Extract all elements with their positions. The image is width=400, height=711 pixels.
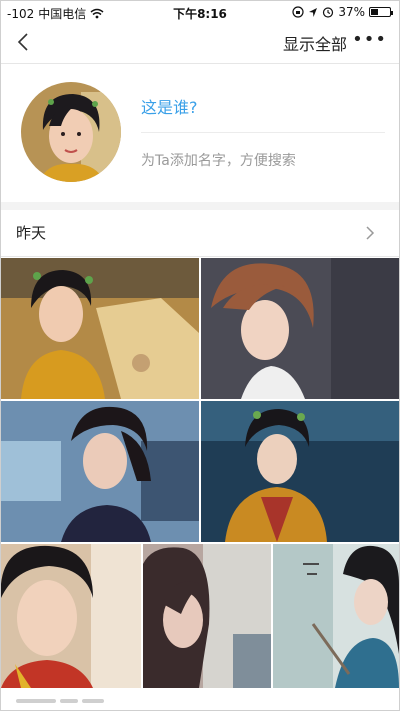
photo-thumbnail[interactable] bbox=[1, 544, 141, 688]
status-bar: -102 中国电信 下午8:16 37% bbox=[1, 1, 399, 23]
chevron-right-icon bbox=[366, 226, 375, 240]
photo-thumbnail[interactable] bbox=[201, 401, 399, 542]
back-arrow-icon[interactable] bbox=[11, 29, 37, 55]
who-is-this-link[interactable]: 这是谁? bbox=[141, 94, 198, 118]
profile-divider bbox=[141, 132, 385, 133]
photo-thumbnail[interactable] bbox=[273, 544, 399, 688]
section-divider bbox=[1, 256, 399, 257]
section-date-label: 昨天 bbox=[16, 224, 47, 242]
photo-thumbnail[interactable] bbox=[1, 401, 199, 542]
nav-bar: 显示全部 ••• bbox=[1, 23, 399, 63]
person-profile: 这是谁? 为Ta添加名字，方便搜索 bbox=[1, 64, 399, 202]
location-icon bbox=[309, 7, 318, 17]
battery-icon bbox=[369, 7, 393, 17]
battery-percent: 37% bbox=[338, 5, 365, 19]
photo-person-page: -102 中国电信 下午8:16 37% 显示全部 ••• 这是谁? 为Ta添加… bbox=[0, 0, 400, 711]
next-section-label bbox=[16, 699, 196, 705]
section-gap bbox=[1, 202, 399, 210]
alarm-icon bbox=[323, 7, 334, 18]
photo-thumbnail[interactable] bbox=[201, 258, 399, 399]
add-name-hint[interactable]: 为Ta添加名字，方便搜索 bbox=[141, 150, 296, 170]
avatar[interactable] bbox=[21, 82, 121, 182]
photo-thumbnail[interactable] bbox=[1, 258, 199, 399]
date-section-header[interactable]: 昨天 bbox=[1, 210, 399, 256]
status-right: 37% bbox=[292, 5, 393, 19]
more-icon[interactable]: ••• bbox=[352, 29, 387, 50]
photo-thumbnail[interactable] bbox=[143, 544, 271, 688]
orientation-lock-icon bbox=[292, 6, 304, 18]
show-all-button[interactable]: 显示全部 bbox=[283, 31, 347, 55]
